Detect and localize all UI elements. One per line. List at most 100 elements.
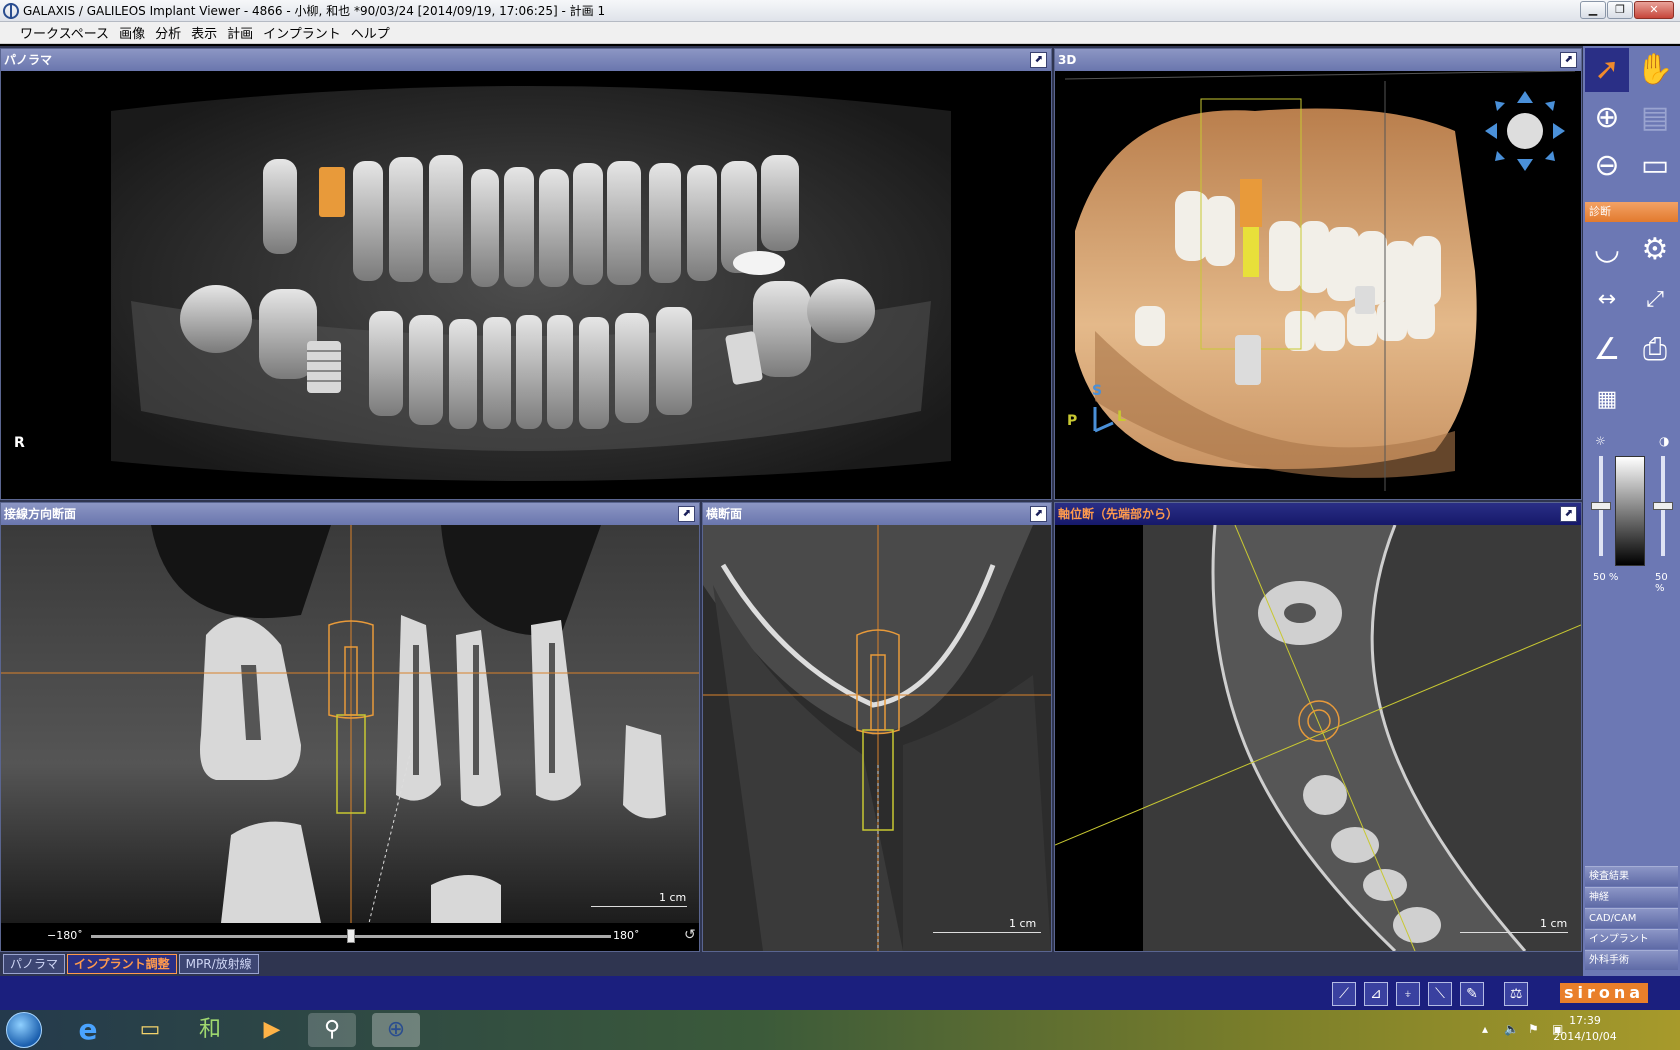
measure-distance-icon[interactable]: ↔ [1585, 278, 1629, 322]
axial-scale-bar [1460, 925, 1568, 933]
ime-icon[interactable]: 和 [186, 1013, 234, 1047]
galileos-app-icon[interactable]: ⊕ [372, 1013, 420, 1047]
brightness-icon: ☼ [1595, 434, 1606, 448]
title-bar: GALAXIS / GALILEOS Implant Viewer - 4866… [0, 0, 1680, 22]
reset-rotation-icon[interactable]: ↺ [684, 927, 696, 943]
zoom-out-icon[interactable]: ⊖ [1585, 144, 1629, 188]
rotation-slider-thumb[interactable] [347, 929, 355, 943]
menu-plan[interactable]: 計画 [227, 23, 253, 42]
view3d-render[interactable]: S P L [1055, 71, 1581, 499]
cross-scale-bar [933, 925, 1041, 933]
pointer-icon[interactable]: ➚ [1585, 48, 1629, 92]
tool-line-icon[interactable]: ⟋ [1332, 982, 1356, 1006]
rotation-slider-bar: −180˚ 180˚ ↺ [1, 923, 699, 951]
ruler-icon[interactable]: ▦ [1585, 378, 1629, 422]
maximize-icon[interactable]: ⬈ [1030, 506, 1047, 522]
maximize-icon[interactable]: ⬈ [1560, 506, 1577, 522]
measure-oblique-icon[interactable]: ⤢ [1633, 278, 1677, 322]
axial-image[interactable]: 1 cm [1055, 525, 1581, 951]
maximize-icon[interactable]: ⬈ [1560, 52, 1577, 68]
clock-date: 2014/10/04 [1553, 1030, 1617, 1043]
tab-panorama[interactable]: パノラマ [3, 954, 66, 974]
tool-implant-icon[interactable]: ⍖ [1396, 982, 1420, 1006]
view-tabs: パノラマ インプラント調整 MPR/放射線 [0, 952, 700, 976]
minimize-button[interactable]: ▁ [1580, 1, 1606, 19]
tool-palette: ➚ ✋ ⊕ ▤ ⊖ ▭ 診断 ◡ ⚙ ↔ ⤢ ∠ ⎙ ▦ ☼ ◑ 50 % 50… [1583, 46, 1680, 976]
implant-lower-left[interactable] [307, 341, 341, 393]
side-marker-r: R [14, 435, 25, 451]
taskbar: e ▭ 和 ▶ ⚲ ⊕ ▴ 🔈 ⚑ ▣ 17:39 2014/10/04 [0, 1010, 1680, 1050]
cross-panel: 横断面 ⬈ 1 cm [702, 502, 1052, 952]
axial-panel: 軸位断（先端部から） ⬈ 1 cm [1054, 502, 1582, 952]
tray-arrow-icon[interactable]: ▴ [1482, 1022, 1488, 1036]
brightness-slider-thumb[interactable] [1591, 502, 1611, 510]
layout-icon[interactable]: ▭ [1633, 144, 1677, 188]
cross-title: 横断面 [706, 507, 743, 521]
angle-icon[interactable]: ∠ [1585, 328, 1629, 372]
tooth-app-icon[interactable]: ⚲ [308, 1013, 356, 1047]
contrast-icon: ◑ [1659, 434, 1670, 448]
orientation-head-icon[interactable] [1485, 91, 1565, 171]
tool-pen-icon[interactable]: ✎ [1460, 982, 1484, 1006]
implant-upper-marker[interactable] [319, 167, 345, 217]
panorama-title: パノラマ [4, 53, 53, 67]
print-icon[interactable]: ⎙ [1633, 328, 1677, 372]
menu-implant[interactable]: インプラント [263, 23, 341, 42]
tab-mpr-radial[interactable]: MPR/放射線 [178, 954, 259, 974]
tangential-panel: 接線方向断面 ⬈ 1 cm −180˚ 180˚ ↺ [0, 502, 700, 952]
panorama-header: パノラマ ⬈ [1, 49, 1051, 71]
view3d-panel: 3D ⬈ S P L [1054, 48, 1582, 500]
axis-l-label: L [1117, 409, 1126, 425]
zoom-in-icon[interactable]: ⊕ [1585, 96, 1629, 140]
side-item-cadcam[interactable]: CAD/CAM [1585, 908, 1678, 928]
tangential-image[interactable]: 1 cm [1, 525, 699, 923]
start-button[interactable] [6, 1012, 42, 1048]
menu-analysis[interactable]: 分析 [155, 23, 181, 42]
media-player-icon[interactable]: ▶ [248, 1013, 296, 1047]
arch-icon[interactable]: ◡ [1585, 228, 1629, 272]
flag-icon[interactable]: ⚑ [1528, 1022, 1539, 1036]
close-button[interactable]: ✕ [1634, 1, 1674, 19]
clock[interactable]: 17:39 2014/10/04 [1550, 1013, 1620, 1045]
side-item-surgery[interactable]: 外科手術 [1585, 950, 1678, 970]
ie-icon[interactable]: e [64, 1013, 112, 1047]
diagnosis-section[interactable]: 診断 [1585, 202, 1678, 222]
view3d-header: 3D ⬈ [1055, 49, 1581, 71]
contrast-value: 50 % [1655, 572, 1668, 594]
grayscale-bar [1615, 456, 1645, 566]
menu-workspace[interactable]: ワークスペース [20, 23, 109, 42]
menu-view[interactable]: 表示 [191, 23, 217, 42]
menu-help[interactable]: ヘルプ [351, 23, 390, 42]
sirona-logo: sirona [1560, 983, 1648, 1003]
restore-button[interactable]: ❐ [1607, 1, 1633, 19]
axis-p-label: P [1067, 413, 1078, 429]
contrast-slider-thumb[interactable] [1653, 502, 1673, 510]
status-bar: ⟋ ⊿ ⍖ ⟍ ✎ ⚖ sirona [0, 976, 1680, 1010]
folder-icon[interactable]: ▭ [126, 1013, 174, 1047]
menu-image[interactable]: 画像 [119, 23, 145, 42]
tool-measure-icon[interactable]: ⚖ [1504, 982, 1528, 1006]
tool-cut-icon[interactable]: ⟍ [1428, 982, 1452, 1006]
side-item-implant[interactable]: インプラント [1585, 929, 1678, 949]
menu-bar: ワークスペース 画像 分析 表示 計画 インプラント ヘルプ [0, 22, 1680, 44]
slice-stack-icon[interactable]: ▤ [1633, 96, 1677, 140]
tangential-title: 接線方向断面 [4, 507, 77, 521]
hand-pan-icon[interactable]: ✋ [1633, 48, 1677, 92]
axial-title: 軸位断（先端部から） [1058, 507, 1179, 521]
cross-header: 横断面 ⬈ [703, 503, 1051, 525]
tab-implant-adjust[interactable]: インプラント調整 [67, 954, 177, 974]
tool-angle-icon[interactable]: ⊿ [1364, 982, 1388, 1006]
volume-icon[interactable]: 🔈 [1504, 1022, 1519, 1036]
brightness-value: 50 % [1593, 572, 1619, 583]
axial-header: 軸位断（先端部から） ⬈ [1055, 503, 1581, 525]
cross-image[interactable]: 1 cm [703, 525, 1051, 951]
tangential-scale-bar [591, 899, 687, 907]
panorama-image[interactable]: R [1, 71, 1051, 499]
maximize-icon[interactable]: ⬈ [1030, 52, 1047, 68]
side-item-findings[interactable]: 検査結果 [1585, 866, 1678, 886]
app-icon [3, 2, 19, 19]
implant-tool-icon[interactable]: ⚙ [1633, 228, 1677, 272]
3d-implant[interactable] [1240, 179, 1262, 227]
side-item-nerve[interactable]: 神経 [1585, 887, 1678, 907]
maximize-icon[interactable]: ⬈ [678, 506, 695, 522]
